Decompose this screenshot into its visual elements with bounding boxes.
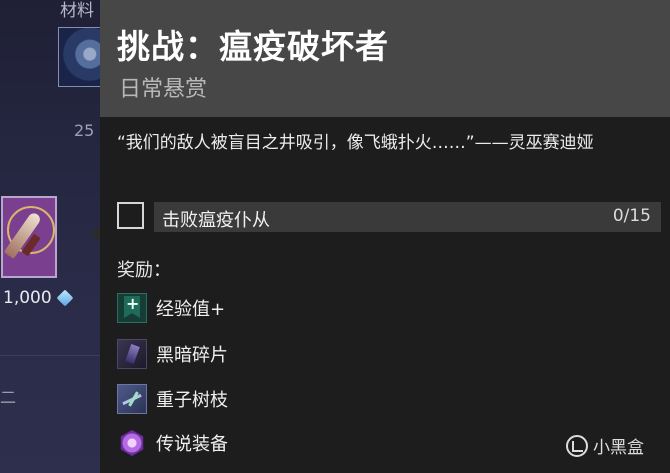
reward-item: 经验值+ [117, 293, 225, 323]
material-count: 25 [74, 121, 95, 140]
tooltip-subtitle: 日常悬赏 [119, 77, 208, 102]
item-tooltip: 挑战：瘟疫破坏者 日常悬赏 “我们的敌人被盲目之井吸引，像飞蛾扑火……”——灵巫… [100, 0, 670, 473]
bounty-cost: 1,000 [3, 288, 74, 308]
objective-progress: 0/15 [612, 206, 651, 226]
objective-checkbox [117, 202, 144, 229]
reward-item: 重子树枝 [117, 384, 228, 414]
reward-name: 传说装备 [156, 434, 228, 455]
reward-name: 重子树枝 [156, 390, 228, 411]
tooltip-title: 挑战：瘟疫破坏者 [117, 27, 389, 66]
bounty-cost-value: 1,000 [3, 288, 52, 308]
xp-icon [117, 293, 147, 323]
glimmer-icon [56, 289, 74, 307]
baryon-bough-icon [117, 384, 147, 414]
tooltip-header: 挑战：瘟疫破坏者 日常悬赏 [100, 0, 670, 117]
bounty-item-tile[interactable] [1, 196, 57, 278]
objective-row: 击败瘟疫仆从 0/15 [117, 202, 661, 232]
flavor-text: “我们的敌人被盲目之井吸引，像飞蛾扑火……”——灵巫赛迪娅 [117, 133, 594, 153]
objective-progress-bar: 击败瘟疫仆从 0/15 [154, 202, 661, 232]
darkness-shard-icon [117, 339, 147, 369]
tooltip-pointer [90, 226, 100, 242]
watermark: 小黑盒 [566, 433, 644, 458]
material-item-tile[interactable] [58, 27, 104, 87]
legendary-gear-icon [117, 428, 147, 458]
divider [0, 355, 100, 356]
partial-label: 二 [0, 388, 17, 407]
reward-item: 黑暗碎片 [117, 339, 228, 369]
reward-name: 经验值+ [156, 299, 226, 320]
rewards-heading: 奖励： [117, 260, 171, 281]
objective-label: 击败瘟疫仆从 [162, 210, 270, 231]
heybox-logo-icon [566, 434, 588, 457]
reward-name: 黑暗碎片 [156, 345, 228, 366]
reward-item: 传说装备 [117, 428, 228, 458]
category-label: 材料 [60, 1, 94, 21]
watermark-text: 小黑盒 [593, 438, 644, 458]
